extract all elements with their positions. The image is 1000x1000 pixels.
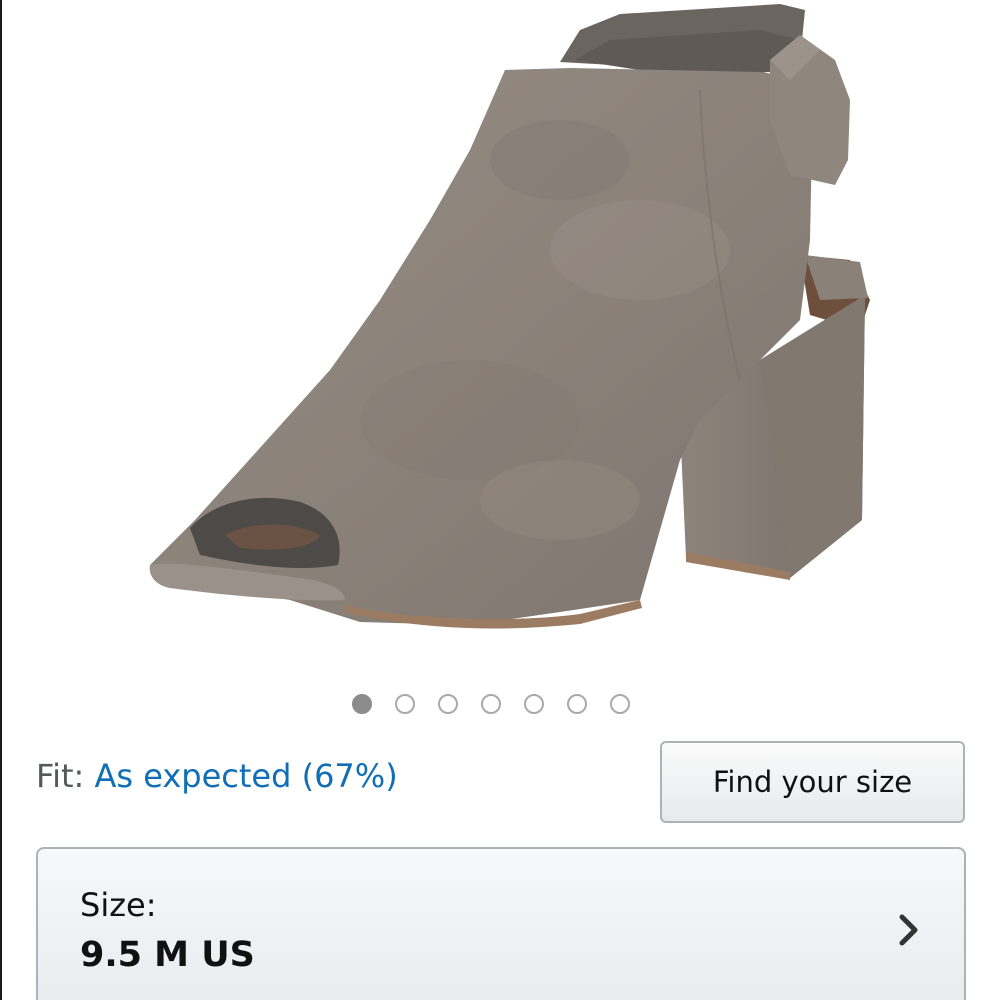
fit-label: Fit: bbox=[36, 757, 85, 795]
image-carousel-indicator bbox=[352, 694, 630, 714]
carousel-dot[interactable] bbox=[395, 694, 415, 714]
carousel-dot[interactable] bbox=[352, 694, 372, 714]
size-value: 9.5 M US bbox=[80, 935, 255, 975]
chevron-right-icon bbox=[899, 914, 918, 946]
screen-edge bbox=[0, 0, 2, 1000]
carousel-dot[interactable] bbox=[524, 694, 544, 714]
find-your-size-button[interactable]: Find your size bbox=[660, 741, 965, 823]
product-detail-page: Fit: As expected (67%) Find your size Si… bbox=[0, 0, 1000, 1000]
carousel-dot[interactable] bbox=[610, 694, 630, 714]
find-your-size-label: Find your size bbox=[712, 765, 913, 799]
product-image[interactable] bbox=[140, 0, 880, 650]
size-label: Size: bbox=[80, 886, 157, 924]
carousel-dot[interactable] bbox=[567, 694, 587, 714]
fit-summary: Fit: As expected (67%) bbox=[36, 756, 398, 796]
size-selector[interactable]: Size: 9.5 M US bbox=[36, 847, 966, 1000]
fit-value-link[interactable]: As expected (67%) bbox=[94, 757, 397, 795]
carousel-dot[interactable] bbox=[481, 694, 501, 714]
carousel-dot[interactable] bbox=[438, 694, 458, 714]
